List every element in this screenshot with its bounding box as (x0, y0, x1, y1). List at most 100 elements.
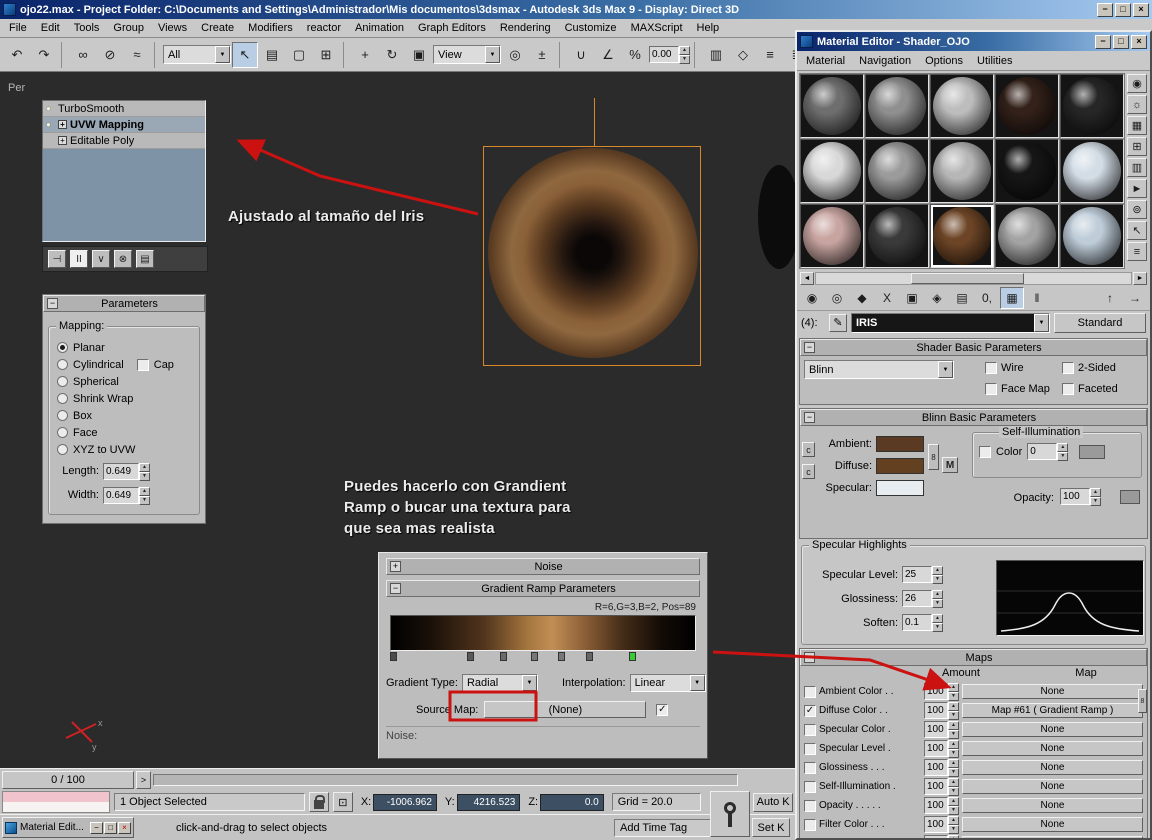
sample-slot-9[interactable] (995, 139, 1059, 203)
configure-modifier-sets-icon[interactable]: ▤ (136, 250, 154, 268)
spinner-up-icon[interactable]: ▲ (1090, 488, 1101, 497)
minimize-button[interactable]: − (1095, 34, 1111, 49)
menu-reactor[interactable]: reactor (300, 20, 348, 36)
opacity-spinner[interactable]: 100 ▲ ▼ (1060, 488, 1101, 506)
soften-spinner[interactable]: 0.1 ▲ ▼ (902, 614, 943, 632)
spinner-up-icon[interactable]: ▲ (139, 486, 150, 496)
specular-color-swatch[interactable] (876, 480, 924, 496)
menu-edit[interactable]: Edit (34, 20, 67, 36)
time-slider-next-button[interactable]: > (136, 770, 151, 789)
spinner-down-icon[interactable]: ▼ (139, 471, 150, 481)
spinner-up-icon[interactable]: ▲ (948, 759, 959, 768)
source-map-button[interactable]: (None) (484, 701, 647, 718)
sample-slot-11[interactable] (800, 204, 864, 268)
video-color-check-icon[interactable]: ▥ (1127, 158, 1147, 177)
map-amount-spinner[interactable]: ▲▼ (924, 835, 959, 838)
time-slider[interactable]: 0 / 100 > (0, 768, 795, 790)
map-enable-checkbox[interactable] (804, 799, 816, 812)
z-coordinate-field[interactable]: 0.0 (540, 793, 604, 811)
material-name-dropdown[interactable]: IRIS ▼ (851, 313, 1050, 333)
gradient-ramp-rollout-header[interactable]: − Gradient Ramp Parameters (386, 580, 700, 597)
parameters-rollout-header[interactable]: − Parameters (43, 295, 205, 312)
map-enable-checkbox[interactable] (804, 780, 816, 793)
set-key-button[interactable]: Set K (752, 818, 790, 837)
restore-button[interactable]: □ (104, 821, 117, 834)
material-map-navigator-icon[interactable]: ≡ (1127, 242, 1147, 261)
mirror-icon[interactable]: ◇ (730, 42, 756, 68)
put-material-to-scene-icon[interactable]: ◎ (825, 287, 849, 309)
map-button[interactable]: None (962, 798, 1143, 813)
auto-key-button[interactable]: Auto K (753, 792, 793, 812)
map-amount-spinner[interactable]: 100 ▲ ▼ (924, 683, 959, 701)
spinner-down-icon[interactable]: ▼ (948, 825, 959, 834)
collapse-icon[interactable]: − (47, 298, 58, 309)
spinner-down-icon[interactable]: ▼ (948, 806, 959, 815)
spinner-up-icon[interactable]: ▲ (932, 566, 943, 575)
time-slider-track[interactable] (153, 773, 738, 786)
backlight-icon[interactable]: ☼ (1127, 95, 1147, 114)
interpolation-dropdown[interactable]: Linear ▼ (629, 674, 706, 692)
menu-group[interactable]: Group (106, 20, 151, 36)
menu-create[interactable]: Create (194, 20, 241, 36)
specular-level-spinner-inner[interactable]: 25 ▲ ▼ (902, 566, 943, 584)
map-button[interactable]: None (962, 817, 1143, 832)
spinner-up-icon[interactable]: ▲ (948, 683, 959, 692)
angle-snap-icon[interactable]: ∠ (595, 42, 621, 68)
mapping-option-spherical[interactable]: Spherical (57, 373, 193, 390)
spinner-up-icon[interactable]: ▲ (948, 835, 959, 838)
spinner-down-icon[interactable]: ▼ (932, 599, 943, 608)
main-titlebar[interactable]: ojo22.max - Project Folder: C:\Documents… (0, 0, 1152, 19)
sample-scrollbar[interactable]: ◄ ► (800, 271, 1147, 285)
spinner-up-icon[interactable]: ▲ (932, 590, 943, 599)
spinner-up-icon[interactable]: ▲ (932, 614, 943, 623)
spinner-up-icon[interactable]: ▲ (948, 721, 959, 730)
make-unique-icon[interactable]: ◈ (925, 287, 949, 309)
bind-to-space-warp-icon[interactable]: ≈ (124, 42, 150, 68)
map-amount-spinner[interactable]: 100 ▲ ▼ (924, 759, 959, 777)
map-lock-button[interactable]: 8 (1138, 689, 1147, 713)
make-unique-icon[interactable]: ∨ (92, 250, 110, 268)
show-end-result-icon[interactable]: II (70, 250, 88, 268)
time-slider-handle[interactable]: 0 / 100 (2, 770, 134, 789)
background-icon[interactable]: ▦ (1127, 116, 1147, 135)
menu-help[interactable]: Help (690, 20, 727, 36)
map-button[interactable] (962, 836, 1143, 838)
gradient-type-dropdown[interactable]: Radial ▼ (461, 674, 538, 692)
assign-material-to-selection-icon[interactable]: ◆ (850, 287, 874, 309)
spinner-down-icon[interactable]: ▼ (948, 768, 959, 777)
two-sided-checkbox[interactable] (1062, 362, 1074, 374)
maxscript-mini-listener[interactable] (2, 791, 110, 813)
absolute-offset-mode-button[interactable]: ⊡ (332, 792, 353, 812)
map-amount-spinner[interactable]: 100 ▲ ▼ (924, 797, 959, 815)
map-button[interactable]: Map #61 ( Gradient Ramp ) (962, 703, 1143, 718)
ambient-color-swatch[interactable] (876, 436, 924, 452)
specular-level-spinner[interactable]: 25 ▲ ▼ (902, 566, 943, 584)
snap-spinner[interactable]: 0.00 ▲ ▼ (649, 46, 690, 64)
minimize-button[interactable]: − (1097, 2, 1113, 17)
map-button[interactable]: None (962, 684, 1143, 699)
scroll-right-icon[interactable]: ► (1133, 271, 1147, 285)
mapping-option-planar[interactable]: Planar (57, 339, 193, 356)
opacity-spinner-inner[interactable]: 100 ▲ ▼ (1060, 488, 1101, 506)
opacity-swatch[interactable] (1120, 490, 1140, 504)
viewport-label[interactable]: Per (8, 82, 25, 94)
length-spinner-inner[interactable]: 0.649 ▲ ▼ (103, 462, 150, 481)
lightbulb-icon[interactable]: ● (46, 104, 55, 113)
undo-icon[interactable]: ↶ (4, 42, 30, 68)
map-amount-spinner[interactable]: 100 ▲ ▼ (924, 721, 959, 739)
noise-rollout-header[interactable]: + Noise (386, 558, 700, 575)
menu-graph-editors[interactable]: Graph Editors (411, 20, 493, 36)
mapping-option-shrink-wrap[interactable]: Shrink Wrap (57, 390, 193, 407)
diffuse-color-swatch[interactable] (876, 458, 924, 474)
show-map-in-viewport-icon[interactable]: ▦ (1000, 286, 1024, 309)
spinner-down-icon[interactable]: ▼ (948, 730, 959, 739)
spinner-up-icon[interactable]: ▲ (679, 46, 690, 55)
spinner-down-icon[interactable]: ▼ (948, 749, 959, 758)
spinner-down-icon[interactable]: ▼ (948, 787, 959, 796)
maps-rollout-header[interactable]: − Maps (800, 649, 1147, 666)
menu-customize[interactable]: Customize (558, 20, 624, 36)
me-menu-navigation[interactable]: Navigation (852, 53, 918, 69)
spinner-down-icon[interactable]: ▼ (679, 55, 690, 64)
go-to-parent-icon[interactable]: ↑ (1098, 287, 1122, 309)
select-and-manipulate-icon[interactable]: ± (529, 42, 555, 68)
